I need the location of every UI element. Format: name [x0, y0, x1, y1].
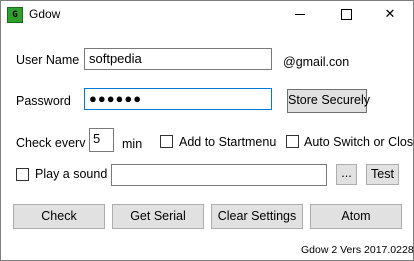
app-window: G Gdow ✕ User Name softpedia @gmail.con … [0, 0, 414, 261]
check-interval-input[interactable]: 5 [89, 128, 114, 152]
maximize-icon [340, 9, 352, 21]
close-icon: ✕ [384, 6, 396, 21]
store-securely-button[interactable]: Store Securely [287, 89, 370, 113]
title-bar[interactable]: G Gdow ✕ [1, 1, 413, 28]
username-label: User Name [16, 53, 80, 67]
play-sound-label: Play a sound [35, 167, 108, 181]
add-to-startmenu-checkbox[interactable] [160, 135, 173, 148]
maximize-button[interactable] [323, 1, 369, 28]
get-serial-button[interactable]: Get Serial [112, 204, 204, 229]
atom-button[interactable]: Atom [310, 204, 402, 229]
domain-suffix-label: @gmail.con [283, 55, 350, 69]
password-input[interactable]: ●●●●●● [84, 88, 272, 110]
minutes-label: min [122, 137, 143, 151]
window-title: Gdow [29, 7, 61, 21]
minimize-button[interactable] [277, 1, 323, 28]
version-label: Gdow 2 Vers 2017.0228 [301, 244, 414, 256]
add-to-startmenu-label: Add to Startmenu [179, 135, 277, 149]
check-button[interactable]: Check [13, 204, 105, 229]
app-logo-icon: G [7, 7, 23, 23]
minimize-icon [295, 14, 305, 16]
password-label: Password [16, 94, 71, 108]
check-every-label: Check everv [16, 136, 86, 150]
close-button[interactable]: ✕ [367, 1, 413, 28]
sound-path-input[interactable] [111, 164, 327, 186]
username-input[interactable]: softpedia [84, 48, 272, 70]
auto-switch-label: Auto Switch or Close [304, 135, 414, 149]
browse-sound-button[interactable]: ... [336, 164, 357, 185]
clear-settings-button[interactable]: Clear Settings [211, 204, 303, 229]
test-sound-button[interactable]: Test [366, 164, 399, 185]
auto-switch-checkbox[interactable] [286, 135, 299, 148]
play-sound-checkbox[interactable] [16, 168, 29, 181]
